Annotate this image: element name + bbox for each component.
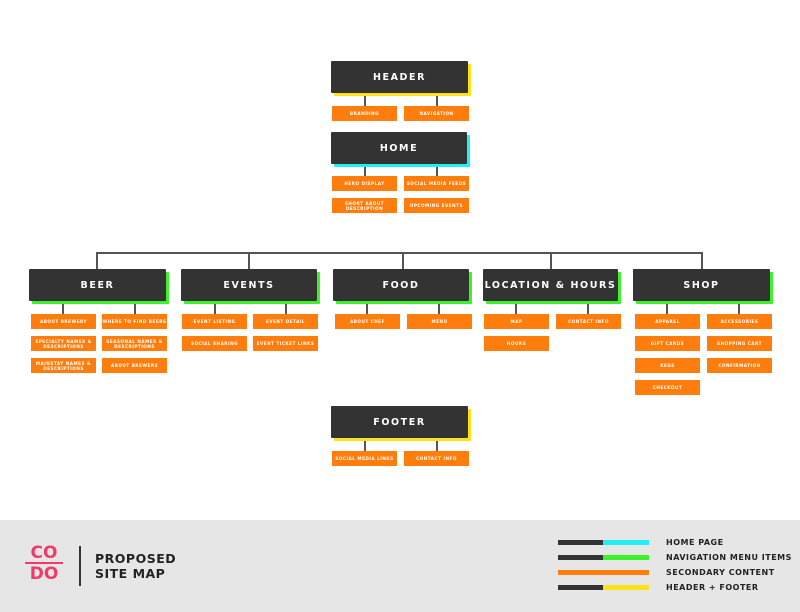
connector xyxy=(436,163,438,176)
brand-divider xyxy=(79,546,81,586)
legend-swatch xyxy=(558,585,649,590)
page-title: PROPOSED SITE MAP xyxy=(95,551,176,581)
connector xyxy=(701,252,703,270)
sub-menu: MENU xyxy=(407,314,472,329)
connector xyxy=(248,252,250,270)
node-home: HOME xyxy=(331,132,467,164)
sub-apparel: APPAREL xyxy=(635,314,700,329)
node-beer: BEER xyxy=(29,269,166,301)
sub-about-brewers: ABOUT BREWERS xyxy=(102,358,167,373)
connector xyxy=(62,300,64,314)
legend-item-home: HOME PAGE xyxy=(558,536,798,550)
node-location-hours: LOCATION & HOURS xyxy=(483,269,618,301)
connector xyxy=(438,300,440,314)
sub-branding: BRANDING xyxy=(332,106,397,121)
sub-where-to-find-beers: WHERE TO FIND BEERS xyxy=(102,314,167,329)
sub-mainstay-names: MAINSTAY NAMES & DESCRIPTIONS xyxy=(31,358,96,373)
sub-kegs: KEGS xyxy=(635,358,700,373)
sub-gift-cards: GIFT CARDS xyxy=(635,336,700,351)
legend-item-secondary: SECONDARY CONTENT xyxy=(558,566,798,580)
sub-about-chef: ABOUT CHEF xyxy=(335,314,400,329)
sub-seasonal-names: SEASONAL NAMES & DESCRIPTIONS xyxy=(102,336,167,351)
sub-specialty-names: SPECIALTY NAMES & DESCRIPTIONS xyxy=(31,336,96,351)
legend-label: HOME PAGE xyxy=(666,538,724,547)
sub-social-media-feeds: SOCIAL MEDIA FEEDS xyxy=(404,176,469,191)
sub-map: MAP xyxy=(484,314,549,329)
sub-about-brewery: ABOUT BREWERY xyxy=(31,314,96,329)
sub-confirmation: CONFIRMATION xyxy=(707,358,772,373)
sub-event-ticket-links: EVENT TICKET LINKS xyxy=(253,336,318,351)
node-header: HEADER xyxy=(331,61,468,93)
sub-navigation: NAVIGATION xyxy=(404,106,469,121)
connector xyxy=(364,438,366,451)
sub-event-detail: EVENT DETAIL xyxy=(253,314,318,329)
connector xyxy=(364,93,366,106)
connector-bus xyxy=(96,252,703,254)
connector xyxy=(134,300,136,314)
legend-label: SECONDARY CONTENT xyxy=(666,568,775,577)
sub-hero-display: HERO DISPLAY xyxy=(332,176,397,191)
node-food: FOOD xyxy=(333,269,469,301)
sub-footer-contact-info: CONTACT INFO xyxy=(404,451,469,466)
node-footer: FOOTER xyxy=(331,406,468,438)
site-map-diagram: HEADER BRANDING NAVIGATION HOME HERO DIS… xyxy=(0,0,800,520)
connector xyxy=(285,300,287,314)
legend-swatch xyxy=(558,540,649,545)
sub-accessories: ACCESSORIES xyxy=(707,314,772,329)
connector xyxy=(402,252,404,270)
legend-swatch xyxy=(558,570,649,575)
connector xyxy=(587,300,589,314)
legend-swatch xyxy=(558,555,649,560)
sub-upcoming-events: UPCOMING EVENTS xyxy=(404,198,469,213)
title-line-1: PROPOSED xyxy=(95,551,177,566)
node-shop: SHOP xyxy=(633,269,770,301)
title-line-2: SITE MAP xyxy=(95,566,166,581)
connector xyxy=(366,300,368,314)
connector xyxy=(550,252,552,270)
sub-social-sharing: SOCIAL SHARING xyxy=(182,336,247,351)
legend-item-header-footer: HEADER + FOOTER xyxy=(558,581,798,595)
connector xyxy=(436,93,438,106)
connector xyxy=(666,300,668,314)
connector xyxy=(436,438,438,451)
sub-event-listing: EVENT LISTING xyxy=(182,314,247,329)
connector xyxy=(96,252,98,270)
connector xyxy=(515,300,517,314)
legend-label: NAVIGATION MENU ITEMS xyxy=(666,553,792,562)
connector xyxy=(214,300,216,314)
codo-logo: CO DO xyxy=(25,543,63,584)
logo-top-text: CO xyxy=(30,543,58,563)
logo-bottom-text: DO xyxy=(29,564,59,584)
legend-item-navigation: NAVIGATION MENU ITEMS xyxy=(558,551,798,565)
sub-contact-info: CONTACT INFO xyxy=(556,314,621,329)
sub-shopping-cart: SHOPPING CART xyxy=(707,336,772,351)
legend-label: HEADER + FOOTER xyxy=(666,583,759,592)
node-events: EVENTS xyxy=(181,269,317,301)
sub-hours: HOURS xyxy=(484,336,549,351)
sub-social-media-links: SOCIAL MEDIA LINKS xyxy=(332,451,397,466)
sub-checkout: CHECKOUT xyxy=(635,380,700,395)
connector xyxy=(364,163,366,176)
connector xyxy=(738,300,740,314)
sub-short-about: SHORT ABOUT DESCRIPTION xyxy=(332,198,397,213)
